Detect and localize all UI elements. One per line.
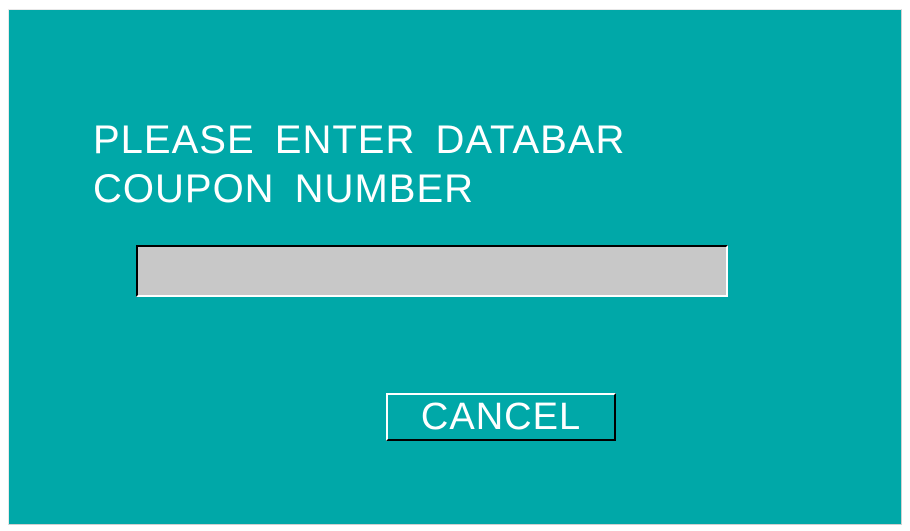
coupon-entry-dialog: PLEASE ENTER DATABAR COUPON NUMBER CANCE…: [8, 9, 902, 525]
screen: PLEASE ENTER DATABAR COUPON NUMBER CANCE…: [0, 0, 910, 531]
coupon-number-input[interactable]: [136, 245, 728, 297]
cancel-button[interactable]: CANCEL: [386, 393, 616, 441]
prompt-text: PLEASE ENTER DATABAR COUPON NUMBER: [93, 116, 625, 214]
prompt-line-2: COUPON NUMBER: [93, 167, 475, 211]
prompt-line-1: PLEASE ENTER DATABAR: [93, 118, 626, 162]
